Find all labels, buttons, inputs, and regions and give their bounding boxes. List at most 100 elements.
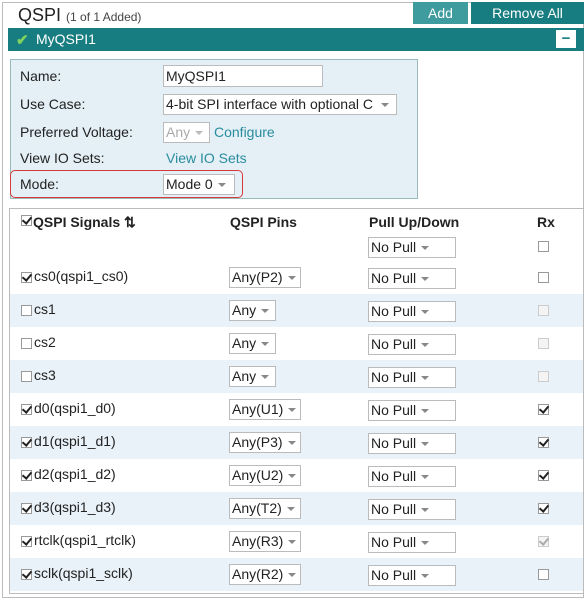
pin-value: Any(U1): [232, 401, 284, 417]
rx-all-checkbox[interactable]: [538, 241, 549, 252]
pin-value: Any(P2): [232, 269, 283, 285]
checkmark-icon: ✔: [16, 32, 29, 49]
collapse-button[interactable]: −: [556, 30, 576, 48]
signal-checkbox[interactable]: [21, 437, 32, 448]
name-field[interactable]: MyQSPI1: [163, 65, 323, 87]
voltage-select[interactable]: Any: [163, 122, 210, 143]
chevron-down-icon: [288, 540, 297, 545]
pull-select[interactable]: No Pull: [368, 466, 456, 487]
pull-select[interactable]: No Pull: [368, 499, 456, 520]
pull-select[interactable]: No Pull: [368, 268, 456, 289]
pin-select[interactable]: Any(R3): [229, 531, 301, 552]
chevron-down-icon: [421, 409, 430, 414]
signal-checkbox[interactable]: [21, 404, 32, 415]
pin-select[interactable]: Any(U2): [229, 465, 301, 486]
pin-select[interactable]: Any: [229, 333, 276, 354]
signal-name: rtclk(qspi1_rtclk): [34, 532, 136, 548]
pull-select[interactable]: No Pull: [368, 400, 456, 421]
table-row: d1(qspi1_d1) Any(P3) No Pull: [10, 426, 583, 459]
chevron-down-icon: [421, 277, 430, 282]
chevron-down-icon: [381, 103, 389, 108]
chevron-down-icon: [261, 342, 270, 347]
signal-name: cs3: [34, 367, 56, 383]
view-io-sets-link[interactable]: View IO Sets: [166, 150, 247, 166]
name-label: Name:: [20, 68, 62, 84]
signal-name: d2(qspi1_d2): [34, 466, 116, 482]
chevron-down-icon: [421, 475, 430, 480]
table-row: d2(qspi1_d2) Any(U2) No Pull: [10, 459, 583, 492]
rx-checkbox[interactable]: [538, 437, 549, 448]
rx-checkbox[interactable]: [538, 470, 549, 481]
pin-select[interactable]: Any(T2): [229, 498, 301, 519]
rx-checkbox: [538, 371, 549, 382]
signal-checkbox[interactable]: [21, 272, 32, 283]
pin-select[interactable]: Any(P2): [229, 267, 301, 288]
chevron-down-icon: [421, 541, 430, 546]
header-pull-select[interactable]: No Pull: [368, 237, 456, 258]
signals-table: QSPI Signals ⇅ QSPI Pins Pull Up/Down No…: [9, 208, 584, 594]
pin-select[interactable]: Any: [229, 300, 276, 321]
remove-all-button[interactable]: Remove All: [471, 2, 584, 24]
pin-value: Any: [232, 302, 257, 318]
header-pull-value: No Pull: [371, 239, 417, 255]
col-pins-header: QSPI Pins: [230, 214, 297, 230]
rx-checkbox[interactable]: [538, 272, 549, 283]
pull-select[interactable]: No Pull: [368, 367, 456, 388]
pull-value: No Pull: [371, 567, 417, 583]
col-rx-header: Rx: [537, 214, 555, 230]
pull-value: No Pull: [371, 468, 417, 484]
rx-checkbox[interactable]: [538, 404, 549, 415]
page-title: QSPI (1 of 1 Added): [18, 5, 141, 26]
signal-checkbox[interactable]: [21, 569, 32, 580]
signal-checkbox[interactable]: [21, 503, 32, 514]
add-button[interactable]: Add: [413, 2, 468, 24]
col-signals-header[interactable]: QSPI Signals ⇅: [33, 214, 136, 231]
pull-select[interactable]: No Pull: [368, 565, 456, 586]
chevron-down-icon: [421, 246, 430, 251]
chevron-down-icon: [287, 276, 296, 281]
col-pull-header: Pull Up/Down: [369, 214, 460, 230]
mode-select[interactable]: Mode 0: [163, 174, 235, 195]
signal-checkbox[interactable]: [21, 305, 32, 316]
chevron-down-icon: [421, 376, 430, 381]
signal-name: cs1: [34, 301, 56, 317]
signal-checkbox[interactable]: [21, 371, 32, 382]
signal-name: sclk(qspi1_sclk): [34, 565, 133, 581]
pull-select[interactable]: No Pull: [368, 433, 456, 454]
voltage-value: Any: [166, 124, 191, 140]
pull-value: No Pull: [371, 534, 417, 550]
pull-value: No Pull: [371, 435, 417, 451]
table-header: QSPI Signals ⇅ QSPI Pins Pull Up/Down No…: [10, 209, 583, 261]
pin-select[interactable]: Any(P3): [229, 432, 301, 453]
pull-select[interactable]: No Pull: [368, 532, 456, 553]
pull-select[interactable]: No Pull: [368, 301, 456, 322]
chevron-down-icon: [421, 310, 430, 315]
signal-name: cs0(qspi1_cs0): [34, 268, 129, 284]
chevron-down-icon: [288, 573, 297, 578]
chevron-down-icon: [287, 441, 296, 446]
signal-checkbox[interactable]: [21, 470, 32, 481]
chevron-down-icon: [261, 375, 270, 380]
pin-select[interactable]: Any(U1): [229, 399, 301, 420]
rx-checkbox[interactable]: [538, 503, 549, 514]
rx-checkbox[interactable]: [538, 569, 549, 580]
pin-value: Any: [232, 368, 257, 384]
table-row: rtclk(qspi1_rtclk) Any(R3) No Pull: [10, 525, 583, 558]
signal-checkbox[interactable]: [21, 338, 32, 349]
use-case-label: Use Case:: [20, 96, 86, 112]
pin-value: Any(R2): [232, 566, 284, 582]
pin-select[interactable]: Any(R2): [229, 564, 301, 585]
table-row: cs0(qspi1_cs0) Any(P2) No Pull: [10, 261, 583, 294]
chevron-down-icon: [421, 343, 430, 348]
chevron-down-icon: [286, 507, 295, 512]
use-case-select[interactable]: 4-bit SPI interface with optional C: [163, 94, 397, 115]
sort-icon[interactable]: ⇅: [124, 214, 136, 230]
pull-select[interactable]: No Pull: [368, 334, 456, 355]
instance-header[interactable]: ✔ MyQSPI1 −: [8, 28, 584, 51]
pin-select[interactable]: Any: [229, 366, 276, 387]
configure-link[interactable]: Configure: [214, 124, 275, 140]
rx-checkbox: [538, 338, 549, 349]
config-panel: Name: MyQSPI1 Use Case: 4-bit SPI interf…: [10, 59, 418, 199]
signal-checkbox[interactable]: [21, 536, 32, 547]
select-all-checkbox[interactable]: [21, 215, 32, 226]
